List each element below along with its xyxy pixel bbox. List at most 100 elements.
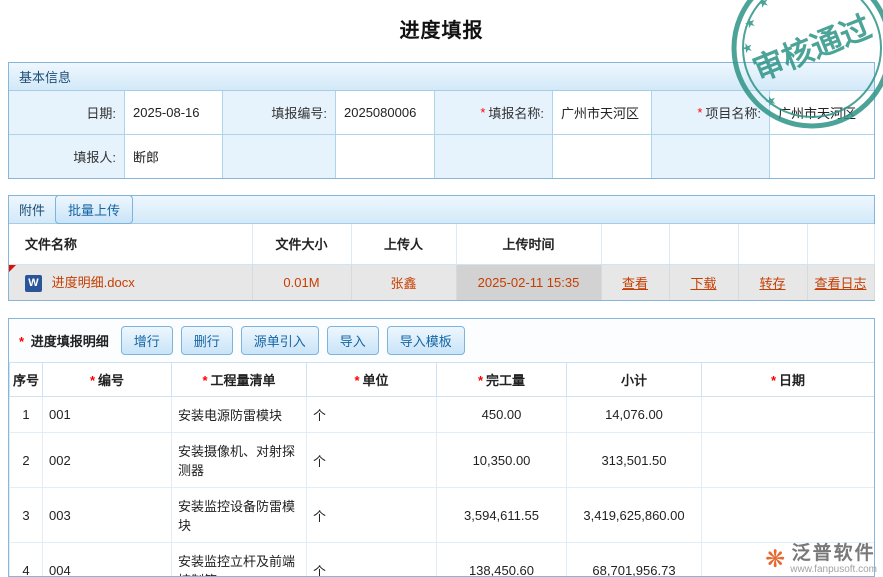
- col-unit: * 单位: [307, 363, 437, 397]
- report-name-label-text: 填报名称:: [488, 103, 544, 122]
- col-action: [669, 224, 738, 264]
- report-name-label: * 填报名称:: [435, 91, 552, 134]
- basic-info-title: 基本信息: [19, 67, 71, 86]
- date-cell[interactable]: [702, 488, 875, 543]
- transfer-link[interactable]: 转存: [759, 276, 785, 291]
- code-cell[interactable]: 001: [43, 397, 172, 433]
- unit-cell[interactable]: 个: [307, 488, 437, 543]
- attachments-header-row: 文件名称 文件大小 上传人 上传时间: [9, 224, 874, 264]
- detail-header-row: 序号 *编号 *工程量清单 *单位 *完工量 小计 *日期: [10, 363, 875, 397]
- empty-field: [336, 135, 434, 178]
- delete-row-button[interactable]: 删行: [181, 326, 233, 355]
- completed-cell[interactable]: 138,450.60: [437, 543, 567, 577]
- vendor-name: 泛普软件: [792, 544, 876, 564]
- date-cell[interactable]: [702, 397, 875, 433]
- col-action: [738, 224, 807, 264]
- date-field[interactable]: 2025-08-16: [125, 91, 222, 134]
- empty-label-cell: [435, 135, 552, 178]
- required-mark: *: [19, 334, 24, 349]
- subtotal-cell: 14,076.00: [567, 397, 702, 433]
- view-action-cell: 查看: [601, 264, 669, 300]
- empty-field: [553, 135, 651, 178]
- detail-table: 序号 *编号 *工程量清单 *单位 *完工量 小计 *日期 1 001 安装电源…: [9, 362, 875, 577]
- report-no-label-text: 填报编号:: [271, 103, 327, 122]
- col-completed: *完工量: [437, 363, 567, 397]
- required-mark: *: [90, 373, 95, 388]
- project-name-label-text: 项目名称:: [705, 103, 761, 122]
- attachments-table: 文件名称 文件大小 上传人 上传时间 W 进度明细.docx 0.01M 张鑫 …: [9, 224, 875, 300]
- page-title: 进度填报: [0, 0, 883, 43]
- source-import-button[interactable]: 源单引入: [241, 326, 319, 355]
- col-item-label: 工程量清单: [211, 373, 276, 388]
- completed-cell[interactable]: 10,350.00: [437, 433, 567, 488]
- download-link[interactable]: 下载: [690, 276, 716, 291]
- col-date: *日期: [702, 363, 875, 397]
- basic-info-section: 基本信息 日期: 2025-08-16 填报编号: 2025080006 * 填…: [8, 62, 875, 179]
- import-template-button[interactable]: 导入模板: [387, 326, 465, 355]
- detail-title: * 进度填报明细: [19, 331, 109, 350]
- project-name-field[interactable]: 广州市天河区: [770, 91, 874, 134]
- col-completed-label: 完工量: [486, 373, 525, 388]
- view-log-link[interactable]: 查看日志: [814, 276, 866, 291]
- col-subtotal: 小计: [567, 363, 702, 397]
- required-mark: *: [202, 373, 207, 388]
- unit-cell[interactable]: 个: [307, 397, 437, 433]
- code-cell[interactable]: 004: [43, 543, 172, 577]
- col-upload-time: 上传时间: [456, 224, 601, 264]
- detail-row: 4 004 安装监控立杆及前端控制箱 个 138,450.60 68,701,9…: [10, 543, 875, 577]
- date-cell[interactable]: [702, 433, 875, 488]
- code-cell[interactable]: 002: [43, 433, 172, 488]
- vendor-url: www.fanpusoft.com: [790, 564, 877, 575]
- attachments-title: 附件: [19, 200, 45, 219]
- item-cell[interactable]: 安装监控设备防雷模块: [172, 488, 307, 543]
- col-code: *编号: [43, 363, 172, 397]
- reporter-field[interactable]: 断郎: [125, 135, 222, 178]
- word-file-icon: W: [25, 275, 42, 292]
- batch-upload-button[interactable]: 批量上传: [55, 195, 133, 224]
- unit-cell[interactable]: 个: [307, 433, 437, 488]
- detail-row: 3 003 安装监控设备防雷模块 个 3,594,611.55 3,419,62…: [10, 488, 875, 543]
- completed-cell[interactable]: 450.00: [437, 397, 567, 433]
- detail-row: 2 002 安装摄像机、对射探测器 个 10,350.00 313,501.50: [10, 433, 875, 488]
- col-unit-label: 单位: [363, 373, 389, 388]
- attachment-row: W 进度明细.docx 0.01M 张鑫 2025-02-11 15:35 查看…: [9, 264, 874, 300]
- col-code-label: 编号: [98, 373, 124, 388]
- item-cell[interactable]: 安装摄像机、对射探测器: [172, 433, 307, 488]
- subtotal-cell: 3,419,625,860.00: [567, 488, 702, 543]
- comment-marker-icon: [9, 265, 16, 272]
- import-button[interactable]: 导入: [327, 326, 379, 355]
- col-uploader: 上传人: [351, 224, 456, 264]
- view-link[interactable]: 查看: [622, 276, 648, 291]
- code-cell[interactable]: 003: [43, 488, 172, 543]
- transfer-action-cell: 转存: [738, 264, 807, 300]
- report-name-field[interactable]: 广州市天河区: [553, 91, 651, 134]
- completed-cell[interactable]: 3,594,611.55: [437, 488, 567, 543]
- view-log-action-cell: 查看日志: [807, 264, 874, 300]
- col-date-label: 日期: [779, 373, 805, 388]
- col-seq-label: 序号: [13, 373, 39, 388]
- reporter-label-text: 填报人:: [73, 147, 116, 166]
- file-name-cell[interactable]: W 进度明细.docx: [9, 264, 252, 300]
- add-row-button[interactable]: 增行: [121, 326, 173, 355]
- col-file-size: 文件大小: [252, 224, 351, 264]
- item-cell[interactable]: 安装监控立杆及前端控制箱: [172, 543, 307, 577]
- project-name-label: * 项目名称:: [652, 91, 769, 134]
- empty-label-cell: [223, 135, 335, 178]
- item-cell[interactable]: 安装电源防雷模块: [172, 397, 307, 433]
- unit-cell[interactable]: 个: [307, 543, 437, 577]
- required-mark: *: [478, 373, 483, 388]
- uploader-value: 张鑫: [351, 264, 456, 300]
- detail-section: * 进度填报明细 增行 删行 源单引入 导入 导入模板 序号 *编号 *工程量清…: [8, 318, 875, 577]
- basic-info-header: 基本信息: [9, 63, 874, 91]
- vendor-watermark: ❋ 泛普软件 www.fanpusoft.com: [765, 544, 877, 575]
- basic-info-form: 日期: 2025-08-16 填报编号: 2025080006 * 填报名称: …: [9, 91, 874, 178]
- required-mark: *: [697, 105, 702, 120]
- file-name-link[interactable]: 进度明细.docx: [52, 275, 135, 290]
- required-mark: *: [354, 373, 359, 388]
- col-item: * 工程量清单: [172, 363, 307, 397]
- col-seq: 序号: [10, 363, 43, 397]
- reporter-label: 填报人:: [9, 135, 124, 178]
- report-no-field[interactable]: 2025080006: [336, 91, 434, 134]
- seq-cell: 4: [10, 543, 43, 577]
- report-no-label: 填报编号:: [223, 91, 335, 134]
